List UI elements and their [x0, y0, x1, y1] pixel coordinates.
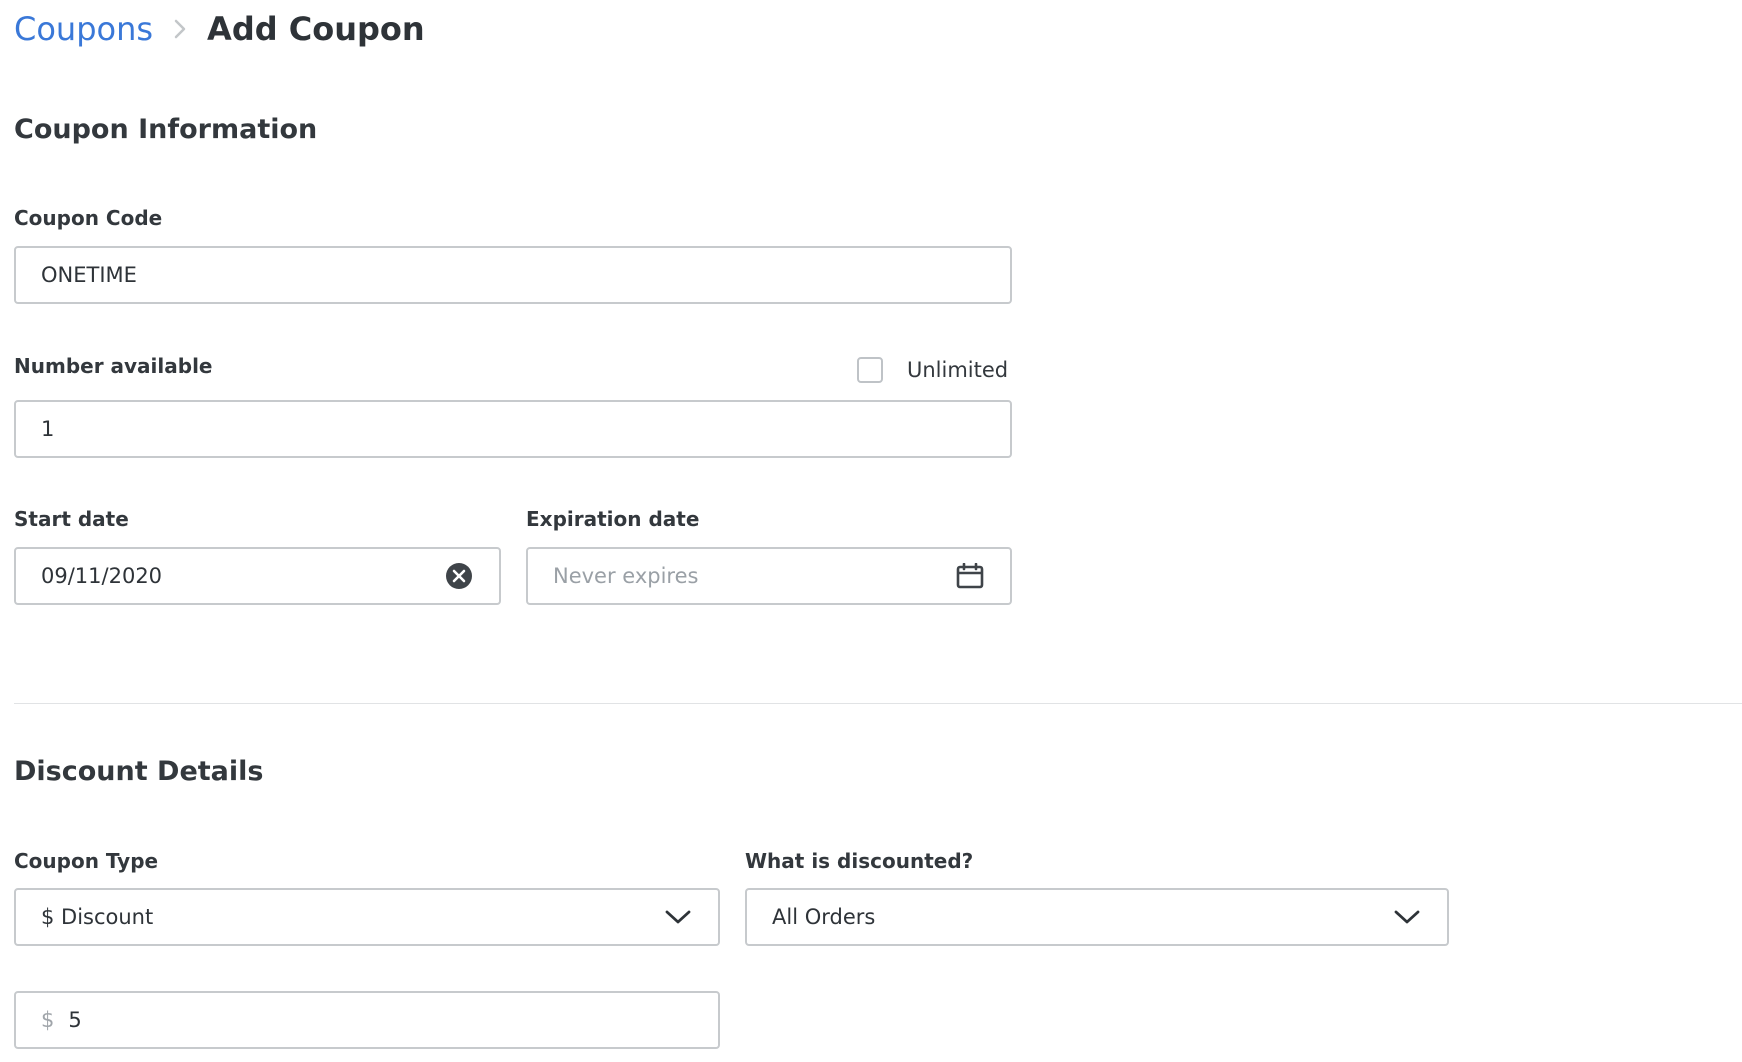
chevron-down-icon [1392, 902, 1422, 932]
expiration-date-input[interactable]: Never expires [526, 547, 1012, 605]
unlimited-label: Unlimited [907, 358, 1009, 382]
start-date-value: 09/11/2020 [41, 564, 163, 588]
expiration-date-placeholder: Never expires [553, 564, 699, 588]
number-available-value: 1 [41, 417, 55, 441]
clear-circle-icon[interactable] [444, 561, 474, 591]
add-coupon-page: Coupons Add Coupon Coupon Information Co… [0, 0, 1742, 1062]
discount-details-heading: Discount Details [14, 756, 264, 787]
page-title: Add Coupon [207, 10, 425, 48]
coupon-code-label: Coupon Code [14, 206, 163, 230]
what-discounted-label: What is discounted? [745, 849, 974, 873]
chevron-right-icon [153, 0, 207, 58]
what-discounted-value: All Orders [772, 905, 876, 929]
coupon-information-heading: Coupon Information [14, 114, 318, 145]
expiration-date-label: Expiration date [526, 507, 700, 531]
coupon-code-value: ONETIME [41, 263, 137, 287]
currency-prefix: $ [41, 1008, 55, 1032]
coupon-code-input[interactable]: ONETIME [14, 246, 1012, 304]
start-date-label: Start date [14, 507, 129, 531]
section-divider [14, 703, 1742, 704]
discount-amount-value: 5 [68, 1008, 82, 1032]
number-available-input[interactable]: 1 [14, 400, 1012, 458]
discount-amount-input[interactable]: $ 5 [14, 991, 720, 1049]
unlimited-checkbox[interactable] [857, 357, 883, 383]
calendar-icon[interactable] [955, 561, 985, 591]
coupon-type-value: $ Discount [41, 905, 154, 929]
what-discounted-select[interactable]: All Orders [745, 888, 1449, 946]
unlimited-checkbox-row[interactable]: Unlimited [857, 354, 1008, 386]
coupon-type-label: Coupon Type [14, 849, 159, 873]
start-date-input[interactable]: 09/11/2020 [14, 547, 501, 605]
coupon-type-select[interactable]: $ Discount [14, 888, 720, 946]
breadcrumb-coupons-link[interactable]: Coupons [14, 10, 153, 48]
breadcrumb: Coupons Add Coupon [14, 0, 425, 58]
chevron-down-icon [663, 902, 693, 932]
number-available-label: Number available [14, 354, 213, 378]
